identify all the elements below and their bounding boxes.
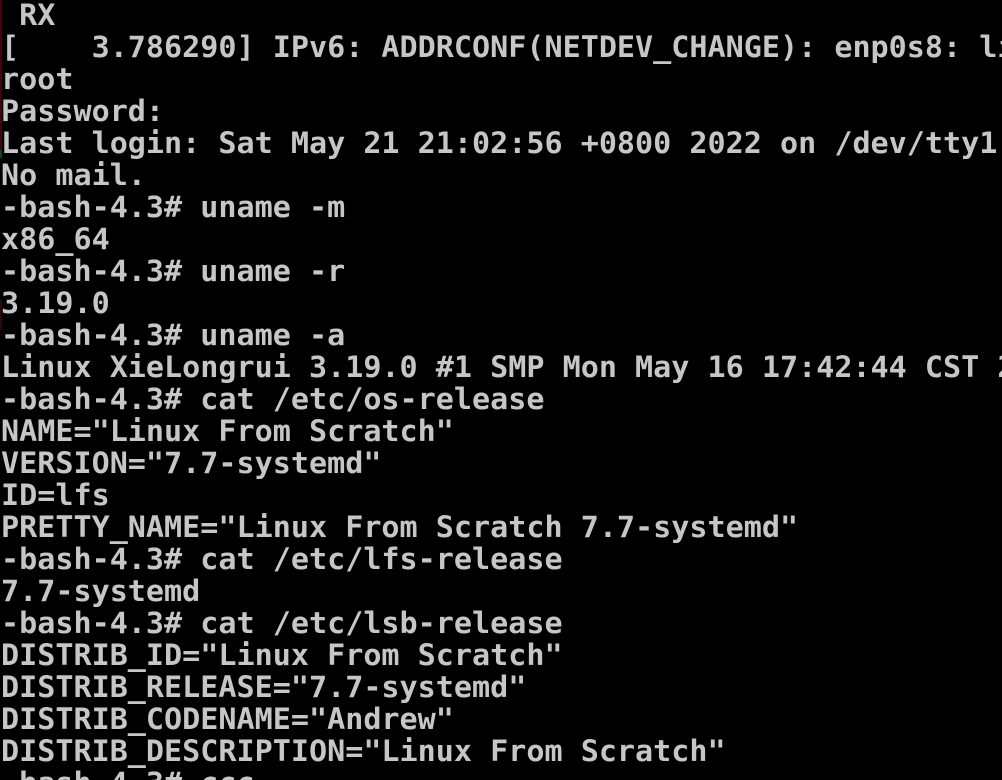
console-line: -bash-4.3# cat /etc/os-release	[1, 382, 545, 416]
terminal-console[interactable]: RX [ 3.786290] IPv6: ADDRCONF(NETDEV_CHA…	[0, 0, 1002, 780]
console-line: PRETTY_NAME="Linux From Scratch 7.7-syst…	[1, 510, 799, 544]
console-line: 7.7-systemd	[1, 574, 201, 608]
console-line: -bash-4.3# cat /etc/lsb-release	[1, 606, 563, 640]
console-line: VERSION="7.7-systemd"	[1, 446, 382, 480]
console-line: RX	[1, 0, 56, 32]
console-line: [ 3.786290] IPv6: ADDRCONF(NETDEV_CHANGE…	[1, 30, 1002, 64]
console-line: -bash-4.3# cat /etc/lfs-release	[1, 542, 563, 576]
console-line: -bash-4.3# uname -r	[1, 254, 346, 288]
console-output: RX [ 3.786290] IPv6: ADDRCONF(NETDEV_CHA…	[1, 0, 1002, 780]
console-line: -bash-4.3# uname -a	[1, 318, 346, 352]
console-line: -bash-4.3# uname -m	[1, 190, 346, 224]
console-line: DISTRIB_CODENAME="Andrew"	[1, 702, 454, 736]
console-line: NAME="Linux From Scratch"	[1, 414, 454, 448]
console-line: root	[1, 62, 74, 96]
console-line: Last login: Sat May 21 21:02:56 +0800 20…	[1, 126, 1002, 160]
console-prompt-line[interactable]: -bash-4.3# ccc	[1, 767, 1002, 780]
console-line: DISTRIB_RELEASE="7.7-systemd"	[1, 670, 527, 704]
console-line: DISTRIB_DESCRIPTION="Linux From Scratch"	[1, 734, 726, 768]
console-line: No mail.	[1, 158, 146, 192]
console-line: Password:	[1, 94, 165, 128]
console-line: ID=lfs	[1, 478, 110, 512]
console-line: DISTRIB_ID="Linux From Scratch"	[1, 638, 563, 672]
console-line: 3.19.0	[1, 286, 110, 320]
console-line: Linux XieLongrui 3.19.0 #1 SMP Mon May 1…	[1, 350, 1002, 384]
console-line: x86_64	[1, 222, 110, 256]
